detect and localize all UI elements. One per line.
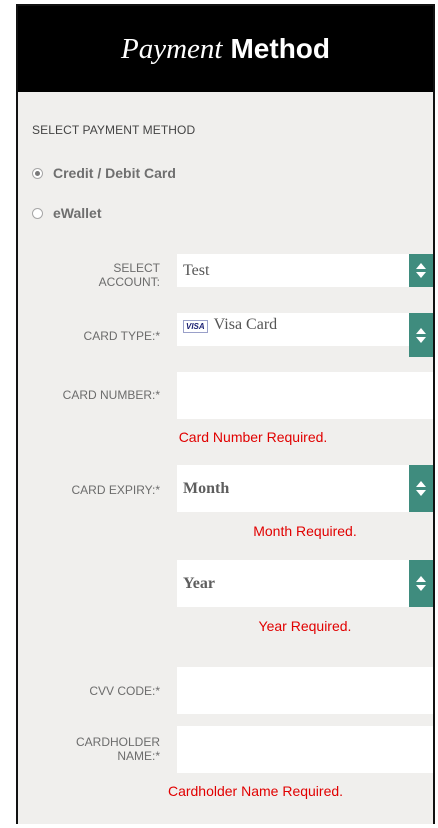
select-account-label: SELECT ACCOUNT: (20, 261, 160, 289)
panel-header: Payment Method (18, 6, 433, 92)
expiry-month-error: Month Required. (253, 523, 357, 539)
expiry-year-error: Year Required. (258, 618, 352, 634)
expiry-year-select-value: Year (183, 574, 215, 592)
payment-method-section-title: SELECT PAYMENT METHOD (32, 123, 196, 137)
account-select[interactable]: Test (177, 254, 433, 287)
cardholder-name-error: Cardholder Name Required. (167, 783, 344, 799)
payment-method-panel: Payment Method SELECT PAYMENT METHOD Cre… (16, 4, 435, 824)
radio-label-ewallet: eWallet (53, 205, 102, 221)
cvv-field[interactable] (177, 667, 433, 714)
header-title-bold: Method (230, 33, 330, 64)
radio-label-credit-debit-card: Credit / Debit Card (53, 165, 176, 181)
card-expiry-label: CARD EXPIRY:* (71, 483, 160, 497)
cardholder-name-label: CARDHOLDER NAME:* (20, 735, 160, 763)
card-type-select-arrow-icon[interactable] (409, 313, 433, 357)
card-number-label: CARD NUMBER:* (62, 388, 160, 402)
visa-icon: VISA (183, 319, 208, 333)
account-select-arrow-icon[interactable] (409, 254, 433, 287)
expiry-month-select-arrow-icon[interactable] (409, 465, 433, 512)
radio-option-credit-debit-card[interactable]: Credit / Debit Card (32, 165, 176, 181)
cardholder-name-input[interactable] (177, 726, 433, 773)
card-type-select[interactable]: VISA Visa Card (177, 313, 433, 357)
expiry-month-select-value: Month (183, 479, 230, 497)
radio-option-ewallet[interactable]: eWallet (32, 205, 102, 221)
select-account-label-line2: ACCOUNT: (98, 275, 160, 289)
card-type-select-value: Visa Card (213, 315, 278, 333)
card-type-label: CARD TYPE:* (83, 329, 160, 343)
account-select-value: Test (183, 261, 210, 279)
card-number-field[interactable] (177, 372, 433, 419)
radio-unchecked-icon[interactable] (32, 207, 43, 219)
expiry-month-select[interactable]: Month (177, 465, 433, 512)
expiry-year-select-arrow-icon[interactable] (409, 560, 433, 607)
cardholder-name-label-line2: NAME:* (117, 749, 160, 763)
cvv-input[interactable] (177, 667, 433, 714)
card-type-select-value-wrap: VISA Visa Card (183, 316, 433, 334)
card-number-error: Card Number Required. (178, 429, 328, 445)
header-title-italic: Payment (121, 32, 223, 65)
radio-checked-icon[interactable] (32, 167, 43, 179)
expiry-year-select[interactable]: Year (177, 560, 433, 607)
cardholder-name-label-line1: CARDHOLDER (75, 735, 160, 749)
cvv-code-label: CVV CODE:* (89, 684, 160, 698)
select-account-label-line1: SELECT (113, 261, 160, 275)
cardholder-name-field[interactable] (177, 726, 433, 773)
card-number-input[interactable] (177, 372, 433, 419)
